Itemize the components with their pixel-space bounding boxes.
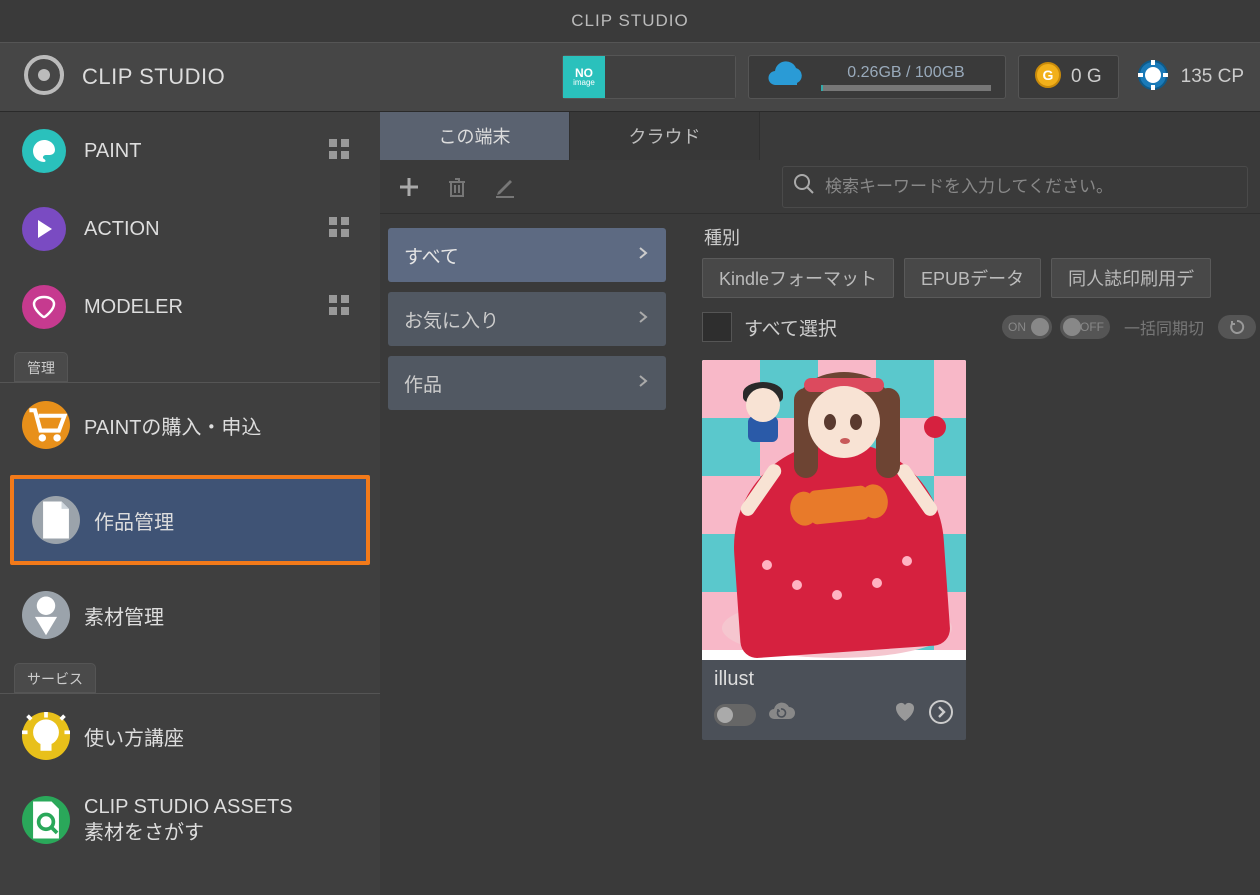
gold-coin-icon: G	[1035, 62, 1061, 93]
sidebar-item-action[interactable]: ACTION	[0, 190, 380, 268]
gold-value: 0 G	[1071, 66, 1102, 88]
work-sync-toggle[interactable]	[714, 704, 756, 726]
chevron-right-icon	[636, 308, 650, 330]
sidebar-item-works-management[interactable]: 作品管理	[10, 475, 370, 565]
apps-grid-icon[interactable]	[328, 216, 380, 243]
tabs: この端末 クラウド	[380, 112, 1260, 160]
window-title: CLIP STUDIO	[571, 11, 688, 31]
refresh-button[interactable]	[1218, 315, 1256, 339]
sidebar-item-label: MODELER	[84, 296, 310, 319]
tab-local[interactable]: この端末	[380, 112, 570, 160]
clip-studio-logo-icon	[22, 53, 66, 102]
apps-grid-icon[interactable]	[328, 294, 380, 321]
sidebar-item-materials[interactable]: 素材管理	[0, 573, 380, 657]
type-doujin[interactable]: 同人誌印刷用デ	[1051, 258, 1211, 298]
sidebar-item-paint[interactable]: PAINT	[0, 112, 380, 190]
search-input[interactable]	[825, 177, 1237, 197]
select-all-checkbox[interactable]	[702, 312, 732, 342]
chevron-right-icon	[636, 372, 650, 394]
batch-sync-label: 一括同期切	[1124, 315, 1204, 339]
filter-all[interactable]: すべて	[388, 228, 666, 282]
brand[interactable]: CLIP STUDIO	[0, 53, 380, 102]
filter-works[interactable]: 作品	[388, 356, 666, 410]
type-filter-row: Kindleフォーマット EPUBデータ 同人誌印刷用デ	[702, 258, 1256, 298]
sidebar-item-modeler[interactable]: MODELER	[0, 268, 380, 346]
work-title: illust	[714, 668, 954, 691]
works-grid-area: 種別 Kindleフォーマット EPUBデータ 同人誌印刷用デ すべて選択 ON…	[680, 214, 1260, 895]
sync-off-switch[interactable]: OFF	[1060, 315, 1110, 339]
delete-button[interactable]	[436, 166, 478, 208]
storage-text: 0.26GB / 100GB	[847, 64, 964, 82]
storage-meter: 0.26GB / 100GB	[821, 64, 991, 91]
sidebar-item-label: 作品管理	[94, 506, 174, 535]
filter-favorites[interactable]: お気に入り	[388, 292, 666, 346]
ad-box[interactable]: NOimage	[562, 55, 736, 99]
cp-value: 135 CP	[1181, 66, 1244, 88]
cp-chip-icon	[1137, 59, 1169, 96]
no-image-badge: NOimage	[563, 56, 605, 98]
sidebar-item-label: 素材をさがす	[84, 820, 293, 846]
content-area: この端末 クラウド すべて お気に入り	[380, 112, 1260, 895]
search-icon	[793, 173, 815, 200]
svg-text:G: G	[1043, 67, 1054, 83]
paint-app-icon	[22, 129, 66, 173]
filter-list: すべて お気に入り 作品	[380, 214, 680, 895]
type-epub[interactable]: EPUBデータ	[904, 258, 1041, 298]
sidebar: PAINT ACTION MODELER 管理 PAINTの購入・申込	[0, 112, 380, 895]
toolbar: CLIP STUDIO NOimage 0.26GB / 100GB G 0 G	[0, 42, 1260, 112]
brand-text: CLIP STUDIO	[82, 64, 225, 90]
sidebar-item-label: PAINTの購入・申込	[84, 411, 261, 440]
sidebar-item-label: ACTION	[84, 218, 310, 241]
sync-on-switch[interactable]: ON	[1002, 315, 1052, 339]
type-label: 種別	[704, 224, 1256, 250]
apps-grid-icon[interactable]	[328, 138, 380, 165]
modeler-app-icon	[22, 285, 66, 329]
document-icon	[32, 496, 80, 544]
lightbulb-icon	[22, 712, 70, 760]
gold-balance[interactable]: G 0 G	[1018, 55, 1119, 99]
sidebar-section-manage: 管理	[14, 352, 68, 382]
cloud-storage-box[interactable]: 0.26GB / 100GB	[748, 55, 1006, 99]
type-kindle[interactable]: Kindleフォーマット	[702, 258, 894, 298]
work-thumbnail	[702, 360, 966, 660]
sidebar-item-label: PAINT	[84, 140, 310, 163]
select-all-label: すべて選択	[744, 314, 837, 341]
select-all-row: すべて選択 ON OFF 一括同期切	[702, 312, 1256, 342]
sidebar-item-label: 素材管理	[84, 601, 164, 630]
cloud-sync-icon[interactable]	[766, 701, 796, 728]
sidebar-item-assets[interactable]: CLIP STUDIO ASSETS 素材をさがす	[0, 778, 380, 862]
cloud-icon	[763, 61, 807, 94]
tab-cloud[interactable]: クラウド	[570, 112, 760, 160]
favorite-icon[interactable]	[892, 699, 918, 730]
sidebar-item-purchase[interactable]: PAINTの購入・申込	[0, 383, 380, 467]
action-app-icon	[22, 207, 66, 251]
chevron-right-icon	[636, 244, 650, 266]
action-row	[380, 160, 1260, 214]
add-button[interactable]	[388, 166, 430, 208]
materials-icon	[22, 591, 70, 639]
cp-balance[interactable]: 135 CP	[1131, 59, 1244, 96]
assets-search-icon	[22, 796, 70, 844]
work-card[interactable]: illust	[702, 360, 966, 740]
sidebar-section-service: サービス	[14, 663, 96, 693]
cart-icon	[22, 401, 70, 449]
search-box[interactable]	[782, 166, 1248, 208]
sidebar-item-label: CLIP STUDIO ASSETS	[84, 794, 293, 820]
window-titlebar: CLIP STUDIO	[0, 0, 1260, 42]
open-icon[interactable]	[928, 699, 954, 730]
edit-button[interactable]	[484, 166, 526, 208]
sidebar-item-label: 使い方講座	[84, 722, 184, 751]
sidebar-item-howto[interactable]: 使い方講座	[0, 694, 380, 778]
